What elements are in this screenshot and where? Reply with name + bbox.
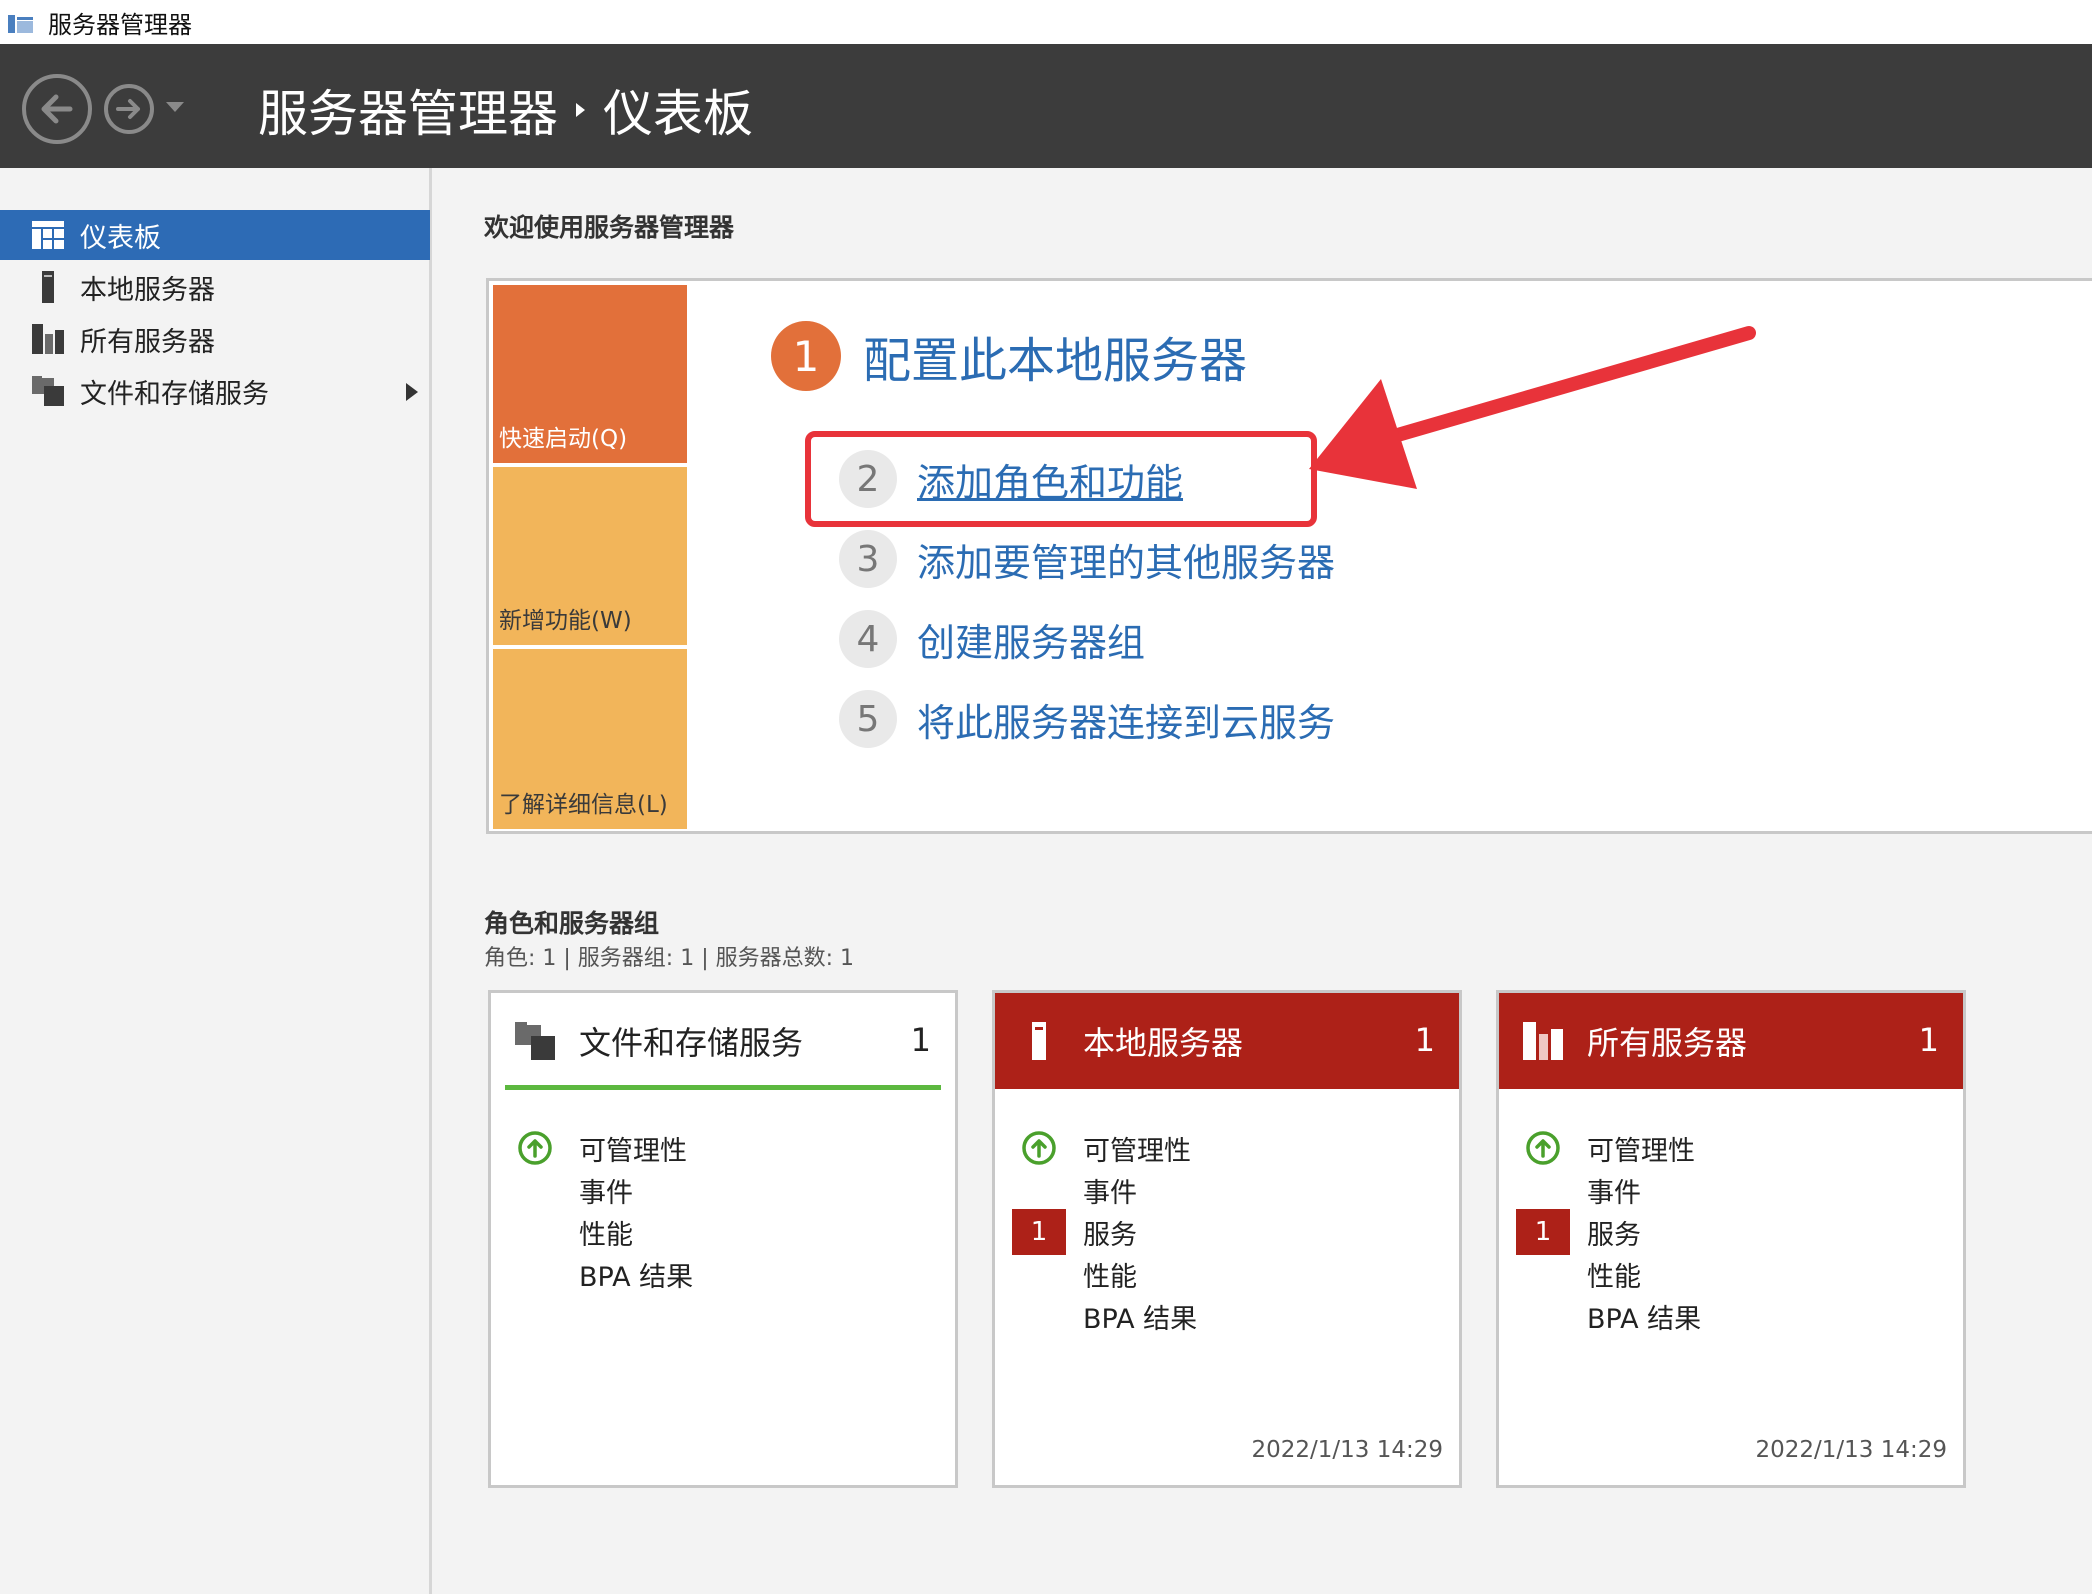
forward-button[interactable] — [104, 84, 154, 134]
all-servers-icon — [1523, 1021, 1563, 1061]
sidebar-item-label: 文件和存储服务 — [80, 378, 269, 410]
card-count: 1 — [1414, 1021, 1435, 1059]
file-storage-icon — [32, 375, 64, 407]
quick-start-panel: 快速启动(Q) 新增功能(W) 了解详细信息(L) 1 配置此本地服务器 2 添… — [486, 278, 2092, 834]
back-button[interactable] — [22, 74, 92, 144]
step-number: 4 — [839, 610, 897, 668]
sidebar-item-local-server[interactable]: 本地服务器 — [0, 262, 430, 312]
sidebar-item-all-servers[interactable]: 所有服务器 — [0, 314, 430, 364]
step-link[interactable]: 添加要管理的其他服务器 — [917, 532, 1335, 587]
step-link[interactable]: 创建服务器组 — [917, 612, 1145, 667]
breadcrumb-separator-icon — [576, 103, 585, 117]
step-number: 3 — [839, 530, 897, 588]
row-label: 性能 — [1083, 1261, 1137, 1293]
card-header[interactable]: 文件和存储服务 1 — [491, 993, 955, 1089]
roles-section-title: 角色和服务器组 — [484, 909, 660, 938]
sidebar-item-label: 仪表板 — [80, 222, 161, 254]
card-title: 所有服务器 — [1587, 1024, 1748, 1062]
window-titlebar: 服务器管理器 — [0, 0, 2092, 44]
sidebar-item-file-storage[interactable]: 文件和存储服务 — [0, 366, 430, 416]
tile-label: 了解详细信息(L) — [499, 792, 668, 818]
step-connect-cloud[interactable]: 5 将此服务器连接到云服务 — [839, 690, 1335, 748]
file-storage-icon — [515, 1021, 555, 1061]
row-label: 事件 — [1083, 1177, 1137, 1209]
history-dropdown-icon[interactable] — [164, 100, 186, 114]
row-label: BPA 结果 — [1587, 1303, 1702, 1335]
step-number: 5 — [839, 690, 897, 748]
card-header[interactable]: 所有服务器 1 — [1499, 993, 1963, 1089]
row-label: 服务 — [1587, 1219, 1641, 1251]
breadcrumb-current: 仪表板 — [603, 85, 753, 143]
sidebar-item-label: 所有服务器 — [80, 326, 215, 358]
row-label: 服务 — [1083, 1219, 1137, 1251]
row-label: 可管理性 — [1587, 1135, 1695, 1167]
card-count: 1 — [1918, 1021, 1939, 1059]
status-up-icon — [518, 1131, 552, 1165]
annotation-arrow-icon — [1309, 326, 1756, 489]
arrow-right-icon — [116, 99, 140, 119]
local-server-icon — [1019, 1021, 1059, 1061]
local-server-icon — [32, 271, 64, 303]
row-label: 性能 — [579, 1219, 633, 1251]
arrow-left-icon — [41, 94, 73, 124]
card-header[interactable]: 本地服务器 1 — [995, 993, 1459, 1089]
card-timestamp: 2022/1/13 14:29 — [1251, 1437, 1443, 1463]
sidebar-item-label: 本地服务器 — [80, 274, 215, 306]
breadcrumb: 服务器管理器 仪表板 — [258, 74, 753, 146]
step-add-other-servers[interactable]: 3 添加要管理的其他服务器 — [839, 530, 1335, 588]
row-label: 事件 — [579, 1177, 633, 1209]
row-label: BPA 结果 — [579, 1261, 694, 1293]
row-label: 性能 — [1587, 1261, 1641, 1293]
app-header: 服务器管理器 仪表板 — [0, 44, 2092, 168]
status-bar-ok — [505, 1085, 941, 1090]
step-configure-local-server[interactable]: 1 配置此本地服务器 — [771, 321, 1247, 391]
row-label: BPA 结果 — [1083, 1303, 1198, 1335]
annotation-highlight-box — [805, 431, 1317, 527]
status-up-icon — [1022, 1131, 1056, 1165]
step-link[interactable]: 将此服务器连接到云服务 — [917, 692, 1335, 747]
sidebar-item-dashboard[interactable]: 仪表板 — [0, 210, 430, 260]
role-card-file-storage[interactable]: 文件和存储服务 1 可管理性 事件 性能 BPA 结果 — [488, 990, 958, 1488]
step-label: 配置此本地服务器 — [863, 333, 1248, 389]
dashboard-icon — [32, 219, 64, 251]
welcome-title: 欢迎使用服务器管理器 — [484, 213, 735, 242]
window-title: 服务器管理器 — [48, 10, 192, 39]
row-label: 可管理性 — [579, 1135, 687, 1167]
card-row-bpa[interactable]: BPA 结果 — [1499, 1291, 1963, 1341]
sidebar: 仪表板 本地服务器 所有服务器 文件和存储服务 — [0, 168, 432, 1594]
all-servers-icon — [32, 323, 64, 355]
tile-learn-more[interactable]: 了解详细信息(L) — [493, 649, 687, 829]
tile-label: 快速启动(Q) — [499, 426, 628, 452]
role-card-all-servers[interactable]: 所有服务器 1 可管理性 事件 1 服务 性能 BPA 结果 2022/1/13… — [1496, 990, 1966, 1488]
step-create-server-group[interactable]: 4 创建服务器组 — [839, 610, 1145, 668]
breadcrumb-root[interactable]: 服务器管理器 — [258, 74, 558, 146]
card-title: 本地服务器 — [1083, 1024, 1244, 1062]
expand-arrow-icon[interactable] — [406, 383, 418, 401]
tile-quick-start[interactable]: 快速启动(Q) — [493, 285, 687, 463]
step-number: 1 — [771, 321, 841, 391]
role-card-local-server[interactable]: 本地服务器 1 可管理性 事件 1 服务 性能 BPA 结果 2022/1/13… — [992, 990, 1462, 1488]
card-row-bpa[interactable]: BPA 结果 — [995, 1291, 1459, 1341]
tile-whats-new[interactable]: 新增功能(W) — [493, 467, 687, 645]
roles-summary: 角色: 1 | 服务器组: 1 | 服务器总数: 1 — [484, 946, 855, 971]
server-manager-app-icon — [8, 15, 33, 33]
card-title: 文件和存储服务 — [579, 1024, 804, 1062]
card-count: 1 — [910, 1021, 931, 1059]
card-timestamp: 2022/1/13 14:29 — [1755, 1437, 1947, 1463]
tile-label: 新增功能(W) — [499, 608, 632, 634]
status-up-icon — [1526, 1131, 1560, 1165]
card-row-bpa[interactable]: BPA 结果 — [491, 1249, 955, 1299]
row-label: 可管理性 — [1083, 1135, 1191, 1167]
row-label: 事件 — [1587, 1177, 1641, 1209]
